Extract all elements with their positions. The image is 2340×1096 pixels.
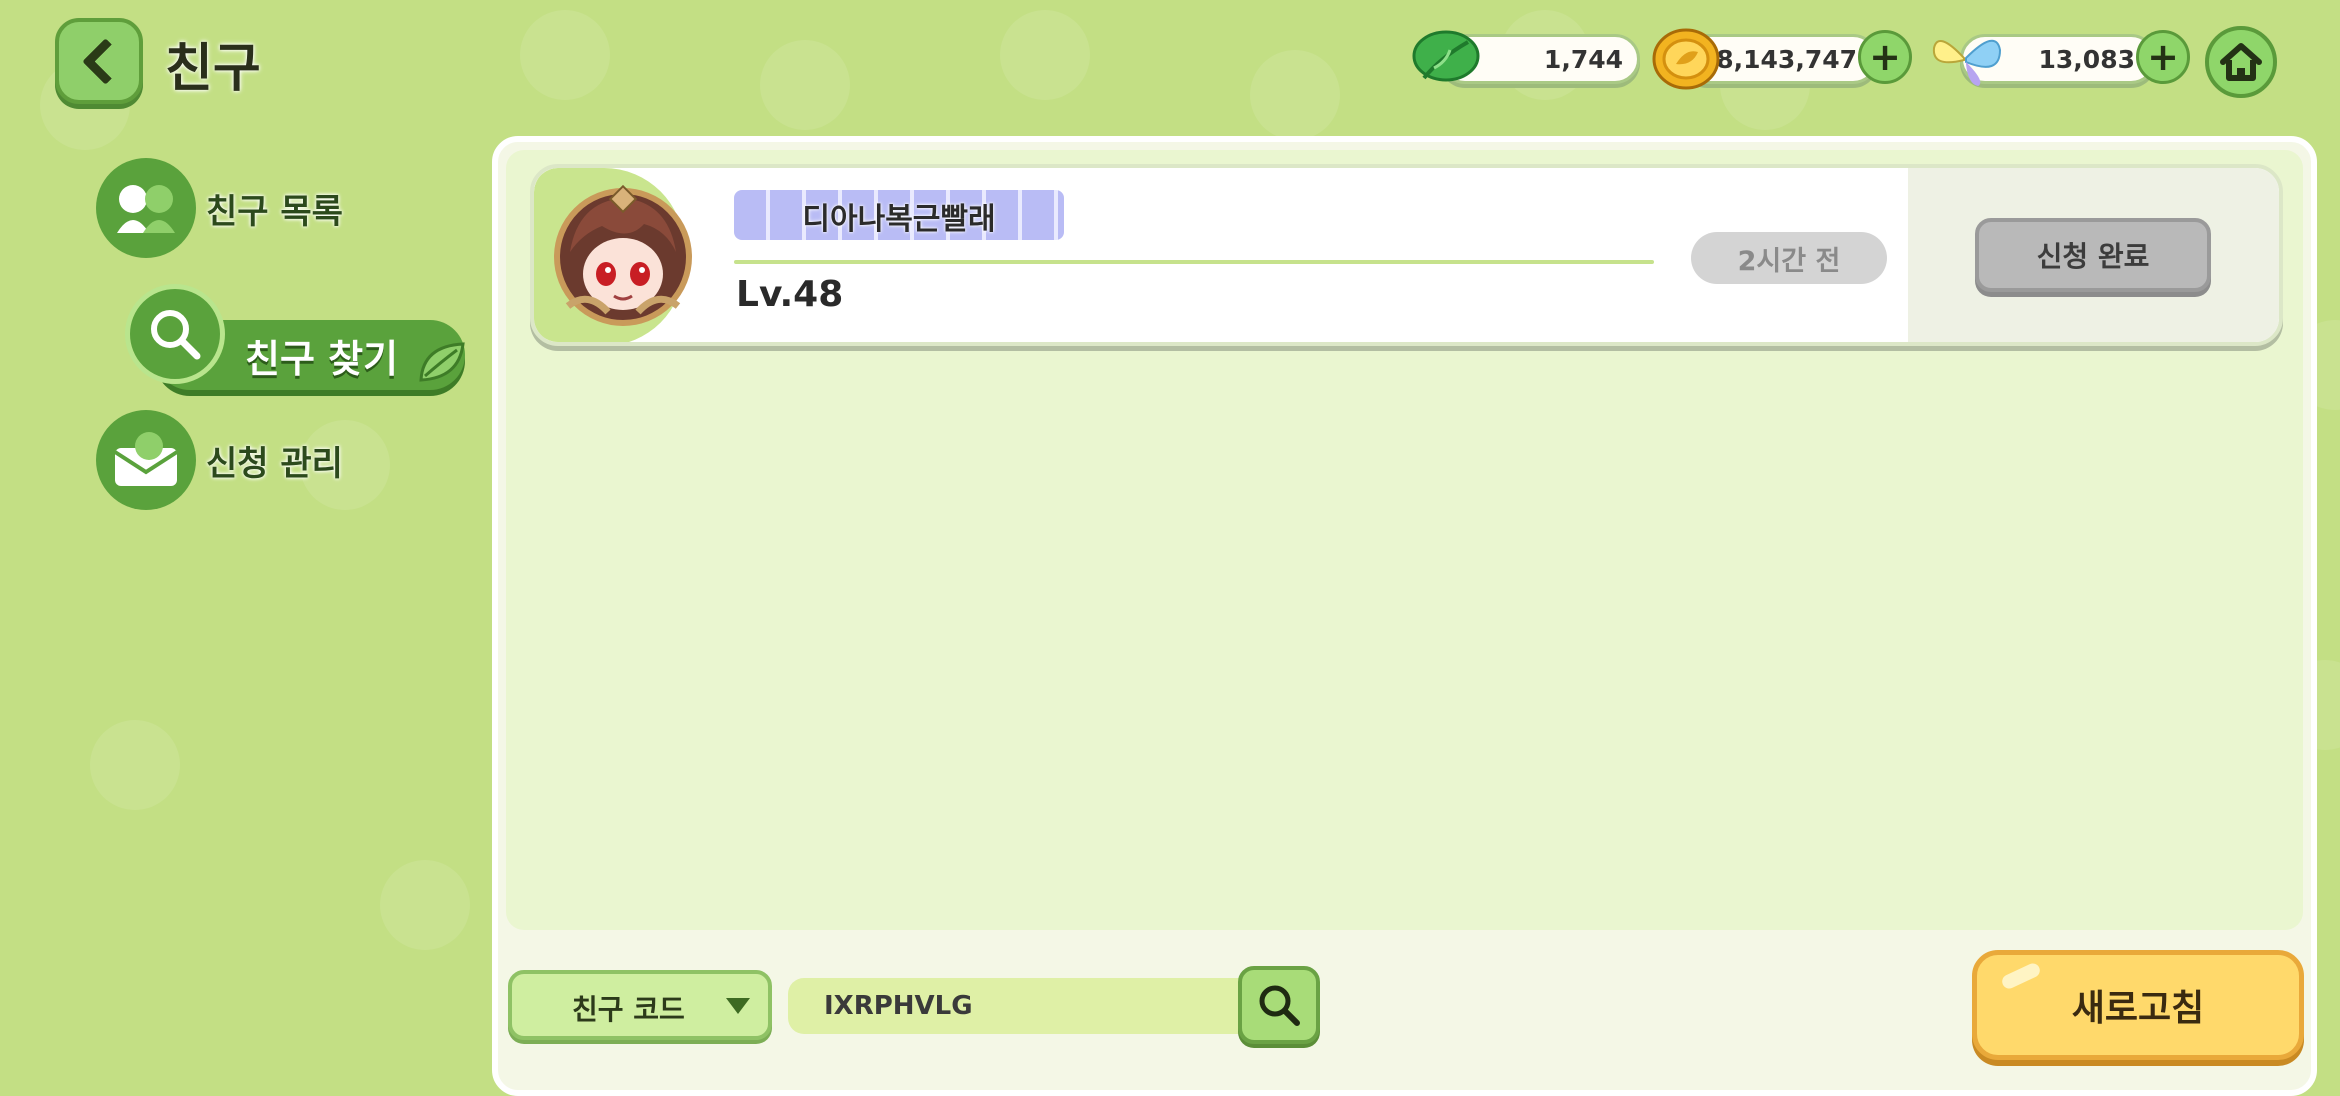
last-login-badge: 2시간 전 bbox=[1691, 232, 1887, 284]
gold-currency: 18,143,747 + bbox=[1652, 28, 1917, 90]
refresh-button[interactable]: 새로고침 bbox=[1972, 950, 2304, 1060]
gold-add-button[interactable]: + bbox=[1858, 30, 1912, 84]
gold-currency-value: 18,143,747 bbox=[1698, 45, 1857, 74]
search-type-label: 친구 코드 bbox=[572, 993, 685, 1026]
gem-currency-value: 13,083 bbox=[2038, 45, 2135, 74]
chevron-down-icon bbox=[726, 998, 750, 1014]
home-button[interactable] bbox=[2205, 26, 2277, 98]
request-complete-button[interactable]: 신청 완료 bbox=[1975, 218, 2211, 292]
search-type-dropdown[interactable]: 친구 코드 bbox=[508, 970, 772, 1040]
sidebar-item-label: 친구 목록 bbox=[206, 191, 343, 232]
chevron-left-icon bbox=[81, 37, 129, 85]
back-button[interactable] bbox=[55, 18, 143, 104]
leaf-currency-value: 1,744 bbox=[1543, 45, 1623, 74]
gem-add-button[interactable]: + bbox=[2136, 30, 2190, 84]
sidebar-item-label: 신청 관리 bbox=[206, 443, 343, 484]
leaf-stamina-icon bbox=[1410, 28, 1482, 92]
gem-currency: 13,083 + bbox=[1930, 28, 2194, 88]
leaf-currency: 1,744 bbox=[1410, 28, 1640, 88]
home-icon bbox=[2220, 43, 2262, 81]
friend-code-input[interactable] bbox=[788, 978, 1248, 1034]
card-divider bbox=[734, 260, 1654, 264]
gold-coin-icon bbox=[1652, 28, 1720, 94]
butterfly-gem-icon bbox=[1930, 28, 2002, 92]
friend-name: 디아나복근빨래 bbox=[802, 202, 996, 237]
leaf-icon bbox=[419, 342, 465, 382]
friend-level: Lv.48 bbox=[736, 274, 844, 315]
avatar bbox=[548, 182, 698, 332]
sidebar-item-label: 친구 찾기 bbox=[245, 337, 399, 381]
search-button[interactable] bbox=[1238, 966, 1320, 1044]
page-title: 친구 bbox=[165, 39, 261, 99]
friends-list-icon bbox=[96, 158, 196, 258]
search-icon bbox=[125, 284, 225, 384]
sidebar-item-friend-search[interactable]: 친구 찾기 bbox=[125, 284, 465, 394]
search-icon bbox=[1259, 985, 1300, 1026]
request-manage-icon bbox=[96, 410, 196, 510]
sidebar-item-request-manage[interactable]: 신청 관리 bbox=[96, 410, 343, 510]
sidebar-item-friend-list[interactable]: 친구 목록 bbox=[96, 158, 343, 258]
